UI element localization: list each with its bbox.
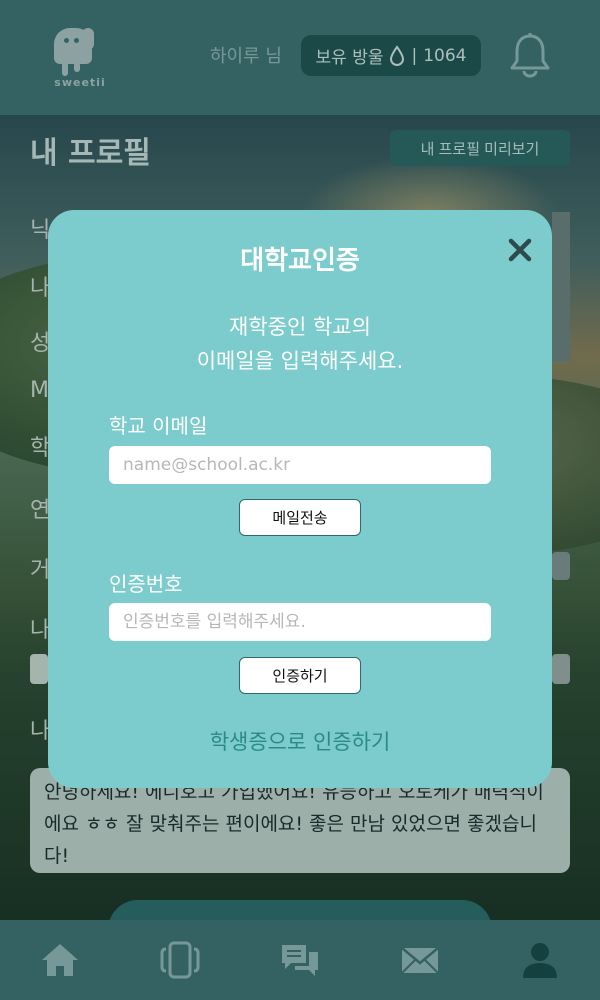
verification-code-input[interactable] xyxy=(109,603,491,641)
send-email-button[interactable]: 메일전송 xyxy=(239,499,361,536)
modal-title: 대학교인증 xyxy=(240,246,360,276)
email-label: 학교 이메일 xyxy=(109,414,208,438)
close-icon[interactable] xyxy=(504,234,536,266)
code-label: 인증번호 xyxy=(109,572,183,596)
university-verification-modal: 대학교인증 재학중인 학교의 이메일을 입력해주세요. 학교 이메일 메일전송 … xyxy=(48,210,552,788)
verify-button[interactable]: 인증하기 xyxy=(239,657,361,694)
student-card-verification-link[interactable]: 학생증으로 인증하기 xyxy=(48,726,552,756)
school-email-input[interactable] xyxy=(109,446,491,484)
modal-instructions: 재학중인 학교의 이메일을 입력해주세요. xyxy=(196,315,404,373)
